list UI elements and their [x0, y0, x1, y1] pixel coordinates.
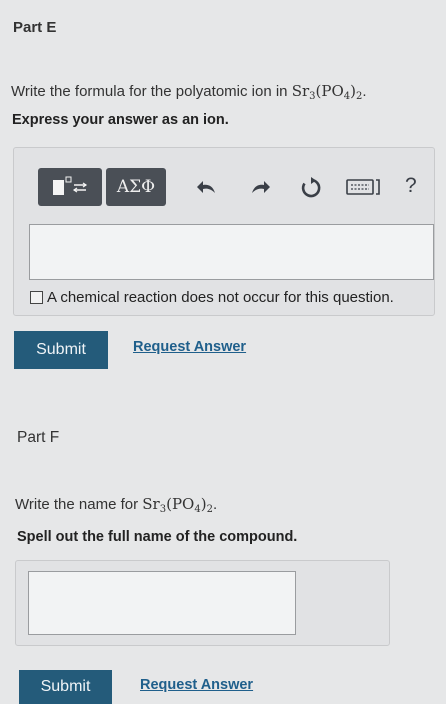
part-e-title: Part E: [13, 19, 57, 36]
part-e-request-answer-link[interactable]: Request Answer: [133, 339, 246, 355]
help-icon: ?: [405, 174, 417, 197]
redo-icon: [249, 180, 271, 202]
template-icon: [50, 175, 90, 199]
part-e-question-prefix: Write the formula for the polyatomic ion…: [11, 83, 292, 100]
part-f-question-suffix: .: [212, 496, 218, 513]
part-e-submit-button[interactable]: Submit: [14, 331, 108, 369]
reset-icon: [300, 177, 322, 204]
part-f-question: Write the name for Sr3(PO4)2.: [15, 495, 217, 515]
part-f-request-answer-link[interactable]: Request Answer: [140, 677, 253, 693]
no-reaction-checkbox[interactable]: [30, 291, 43, 304]
keyboard-icon: [346, 179, 380, 201]
part-f-answer-input[interactable]: [28, 571, 296, 635]
greek-label: ΑΣΦ: [116, 177, 156, 197]
undo-icon: [196, 180, 218, 202]
no-reaction-option[interactable]: A chemical reaction does not occur for t…: [30, 289, 394, 306]
undo-button[interactable]: [196, 177, 218, 201]
part-e-answer-panel: ΑΣΦ ? A chemical reaction does not occur…: [13, 147, 435, 316]
part-e-question: Write the formula for the polyatomic ion…: [11, 82, 367, 102]
part-e-formula: Sr3(PO4)2: [291, 82, 363, 102]
redo-button[interactable]: [249, 177, 271, 201]
templates-button[interactable]: [38, 168, 102, 206]
keyboard-button[interactable]: [346, 178, 380, 200]
part-f-title: Part F: [17, 429, 60, 446]
part-f-question-prefix: Write the name for: [15, 496, 143, 513]
part-f-formula: Sr3(PO4)2: [142, 495, 213, 515]
part-f-submit-button[interactable]: Submit: [19, 670, 112, 704]
part-e-question-suffix: .: [362, 83, 367, 100]
no-reaction-label: A chemical reaction does not occur for t…: [47, 289, 394, 306]
help-button[interactable]: ?: [405, 175, 417, 196]
reset-button[interactable]: [300, 177, 322, 203]
part-e-answer-input[interactable]: [29, 224, 434, 280]
part-f-answer-panel: [15, 560, 390, 646]
greek-symbols-button[interactable]: ΑΣΦ: [106, 168, 166, 206]
part-f-instruction: Spell out the full name of the compound.: [17, 529, 298, 545]
part-e-instruction: Express your answer as an ion.: [12, 112, 229, 128]
